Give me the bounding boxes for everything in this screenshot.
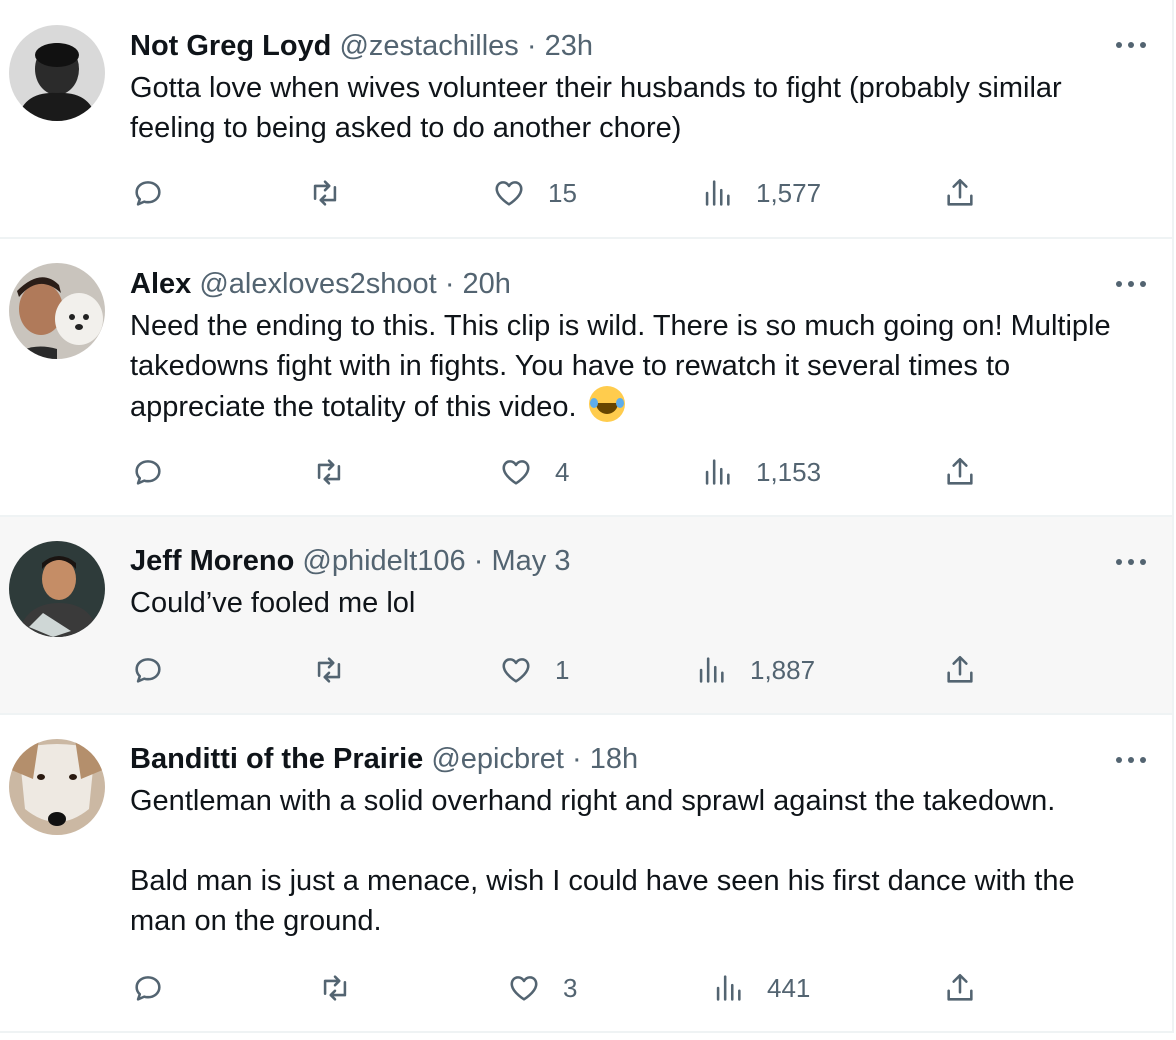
action-bar: 4 1,153	[0, 452, 1172, 492]
tweet[interactable]: Jeff Moreno @phidelt106 · May 3 Could’ve…	[0, 517, 1174, 715]
tweet-paragraph: Could’ve fooled me lol	[130, 587, 416, 619]
share-button[interactable]	[943, 968, 977, 1008]
views-button[interactable]: 1,577	[700, 173, 821, 213]
avatar[interactable]	[9, 25, 105, 121]
timestamp[interactable]: May 3	[491, 545, 570, 577]
retweet-arrows-icon	[317, 657, 341, 683]
share-button[interactable]	[943, 452, 977, 492]
reply-bubble-icon	[135, 460, 161, 485]
bar-chart-icon	[716, 975, 741, 1001]
separator-dot: ·	[526, 30, 537, 62]
timestamp[interactable]: 18h	[590, 743, 638, 775]
more-dots-icon	[1116, 281, 1122, 287]
retweet-button[interactable]	[308, 173, 342, 213]
like-count: 4	[555, 456, 570, 487]
tweet[interactable]: Banditti of the Prairie @epicbret · 18h …	[0, 715, 1174, 1033]
retweet-arrows-icon	[313, 180, 337, 206]
tweet-text: Gentleman with a solid overhand right an…	[130, 781, 1132, 941]
separator-dot: ·	[473, 545, 484, 577]
username-handle[interactable]: @alexloves2shoot	[199, 268, 436, 300]
like-button[interactable]: 4	[499, 452, 569, 492]
avatar[interactable]	[9, 541, 105, 637]
display-name[interactable]: Jeff Moreno	[130, 545, 294, 577]
tweet-paragraph: Bald man is just a menace, wish I could …	[130, 865, 1075, 937]
like-count: 3	[563, 972, 578, 1003]
tweet-header: Banditti of the Prairie @epicbret · 18h	[130, 741, 1132, 777]
timestamp[interactable]: 23h	[545, 30, 593, 62]
like-count: 15	[548, 177, 577, 208]
more-options-button[interactable]	[1116, 557, 1150, 567]
more-options-button[interactable]	[1116, 279, 1150, 289]
reply-bubble-icon	[135, 181, 161, 206]
share-button[interactable]	[943, 650, 977, 690]
display-name[interactable]: Not Greg Loyd	[130, 30, 331, 62]
reply-button[interactable]	[131, 650, 165, 690]
view-count: 1,153	[756, 456, 822, 487]
tweet-header: Jeff Moreno @phidelt106 · May 3	[130, 543, 1132, 579]
separator-dot: ·	[444, 268, 455, 300]
tweet-text: Gotta love when wives volunteer their hu…	[130, 68, 1132, 148]
more-dots-icon	[1116, 559, 1122, 565]
view-count: 441	[767, 972, 811, 1003]
tweet-header: Not Greg Loyd @zestachilles · 23h	[130, 28, 1132, 64]
share-upload-icon	[947, 655, 973, 683]
tweet-paragraph: Need the ending to this. This clip is wi…	[130, 306, 1132, 427]
retweet-arrows-icon	[317, 459, 341, 485]
tweet-text: Need the ending to this. This clip is wi…	[130, 306, 1132, 427]
tweet-paragraph: Gentleman with a solid overhand right an…	[130, 785, 1056, 817]
like-count: 1	[555, 654, 570, 685]
retweet-button[interactable]	[312, 452, 346, 492]
more-options-button[interactable]	[1116, 40, 1150, 50]
retweet-arrows-icon	[323, 975, 347, 1001]
retweet-button[interactable]	[318, 968, 352, 1008]
like-button[interactable]: 1	[499, 650, 569, 690]
reply-bubble-icon	[135, 976, 161, 1001]
face-with-tears-of-joy-icon	[588, 386, 625, 422]
tweet-text: Could’ve fooled me lol	[130, 583, 1132, 623]
separator-dot: ·	[572, 743, 582, 775]
tweet[interactable]: Not Greg Loyd @zestachilles · 23h Gotta …	[0, 0, 1174, 239]
avatar[interactable]	[9, 263, 105, 359]
action-bar: 1 1,887	[0, 650, 1172, 690]
bar-chart-icon	[705, 459, 730, 485]
views-button[interactable]: 441	[711, 968, 810, 1008]
like-button[interactable]: 15	[492, 173, 577, 213]
retweet-button[interactable]	[312, 650, 346, 690]
heart-icon	[502, 658, 530, 683]
tweet-paragraph: Gotta love when wives volunteer their hu…	[130, 72, 1062, 144]
more-options-button[interactable]	[1116, 755, 1150, 765]
username-handle[interactable]: @phidelt106	[302, 545, 465, 577]
reply-button[interactable]	[131, 452, 165, 492]
reply-button[interactable]	[131, 968, 165, 1008]
share-upload-icon	[947, 973, 973, 1001]
action-bar: 3 441	[0, 968, 1172, 1008]
display-name[interactable]: Banditti of the Prairie	[130, 743, 423, 775]
views-button[interactable]: 1,153	[700, 452, 821, 492]
heart-icon	[495, 181, 523, 206]
share-button[interactable]	[943, 173, 977, 213]
more-dots-icon	[1116, 42, 1122, 48]
bar-chart-icon	[699, 657, 724, 683]
avatar[interactable]	[9, 739, 105, 835]
username-handle[interactable]: @epicbret	[431, 743, 564, 775]
view-count: 1,887	[750, 654, 816, 685]
share-upload-icon	[947, 457, 973, 485]
views-button[interactable]: 1,887	[694, 650, 815, 690]
action-bar: 15 1,577	[0, 173, 1172, 213]
display-name[interactable]: Alex	[130, 268, 191, 300]
share-upload-icon	[947, 178, 973, 206]
heart-icon	[502, 460, 530, 485]
tweet[interactable]: Alex @alexloves2shoot · 20h Need the end…	[0, 239, 1174, 517]
timestamp[interactable]: 20h	[463, 268, 511, 300]
more-dots-icon	[1116, 757, 1122, 763]
tweet-header: Alex @alexloves2shoot · 20h	[130, 266, 1132, 302]
like-button[interactable]: 3	[507, 968, 577, 1008]
bar-chart-icon	[705, 180, 730, 206]
view-count: 1,577	[756, 177, 822, 208]
username-handle[interactable]: @zestachilles	[339, 30, 518, 62]
heart-icon	[510, 976, 538, 1001]
reply-bubble-icon	[135, 658, 161, 683]
reply-button[interactable]	[131, 173, 165, 213]
